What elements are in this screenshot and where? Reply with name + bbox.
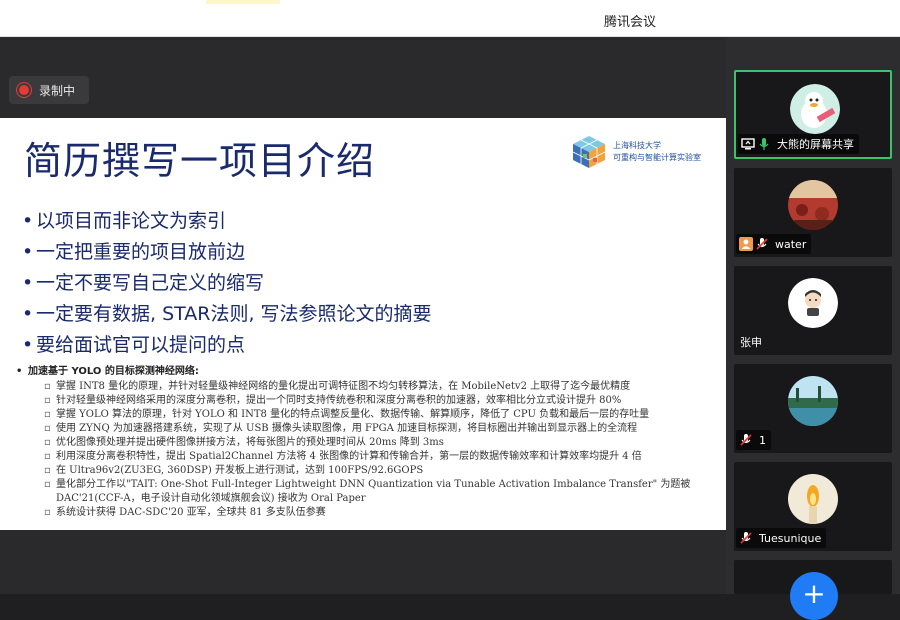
avatar xyxy=(788,180,838,230)
avatar-badge-icon xyxy=(739,237,753,251)
project-detail-list: ▫ 掌握 INT8 量化的原理，并针对轻量级神经网络的量化提出可调特征图不均匀转移… xyxy=(44,380,690,520)
slide-bullet: • 以项目而非论文为索引 xyxy=(22,210,227,232)
rubiks-cube-icon xyxy=(572,136,606,168)
avatar xyxy=(788,376,838,426)
duck-avatar-icon xyxy=(790,84,840,134)
project-detail: ▫ 优化图像预处理并提出硬件图像拼接方法，将每张图片的预处理时间从 20ms 降到… xyxy=(44,437,444,448)
participant-nameplate: water xyxy=(736,234,812,254)
candle-avatar-icon xyxy=(788,474,838,524)
app-title: 腾讯会议 xyxy=(604,15,657,30)
slide-bullet-list: • 以项目而非论文为索引 • 一定把重要的项目放前边 • 一定不要写自己定义的缩写 •… xyxy=(22,206,432,361)
participant-name: water xyxy=(775,237,807,251)
participant-nameplate: 1 xyxy=(736,430,771,450)
lab-logo: 上海科技大学 可重构与智能计算实验室 xyxy=(571,134,701,170)
slide-bullet: • 要给面试官可以提问的点 xyxy=(22,334,246,356)
project-detail: ▫ 系统设计获得 DAC-SDC'20 亚军，全球共 81 多支队伍参赛 xyxy=(44,507,326,518)
logo-line-1: 上海科技大学 xyxy=(613,141,661,150)
slide-bullet: • 一定要有数据, STAR法则, 写法参照论文的摘要 xyxy=(22,303,432,325)
mic-muted-icon xyxy=(740,434,752,446)
participant-name: 1 xyxy=(759,433,766,447)
cartoon-avatar-icon xyxy=(788,278,838,328)
project-detail: ▫ 针对轻量级神经网络采用的深度分离卷积，提出一个同时支持传统卷积和深度分离卷积的… xyxy=(44,395,622,406)
mic-on-icon xyxy=(759,138,769,150)
recording-indicator[interactable]: 录制中 xyxy=(9,76,89,104)
recording-dot-icon xyxy=(19,85,29,95)
presentation-slide: 简历撰写一项目介绍 上海科技大学 可重构与智能计算实验室 • 以项目而非论文为索引… xyxy=(0,118,726,530)
avatar xyxy=(790,84,840,134)
add-participant-button[interactable]: + xyxy=(790,572,838,620)
participant-tile-screen-share[interactable]: 大熊的屏幕共享 xyxy=(734,70,892,159)
logo-line-2: 可重构与智能计算实验室 xyxy=(613,153,701,162)
project-detail: ▫ 量化部分工作以"TAIT: One-Shot Full-Integer Lig… xyxy=(44,479,691,490)
landscape-avatar-icon xyxy=(788,376,838,426)
project-detail-continuation: DAC'21(CCF-A，电子设计自动化领域旗舰会议) 接收为 Oral Pap… xyxy=(56,493,366,504)
participant-tile-zhangshen[interactable]: 张申 xyxy=(734,266,892,355)
title-bar: 腾讯会议 xyxy=(0,0,900,37)
participant-tile-tuesunique[interactable]: Tuesunique xyxy=(734,462,892,551)
screen-share-icon xyxy=(741,138,755,150)
project-detail: ▫ 掌握 YOLO 算法的原理，针对 YOLO 和 INT8 量化的特点调整反量化… xyxy=(44,409,650,420)
project-subheading: • 加速基于 YOLO 的目标探测神经网络: xyxy=(16,366,199,377)
participant-tile-1[interactable]: 1 xyxy=(734,364,892,453)
project-detail: ▫ 掌握 INT8 量化的原理，并针对轻量级神经网络的量化提出可调特征图不均匀转移… xyxy=(44,381,631,392)
mic-muted-icon xyxy=(740,532,752,544)
avatar xyxy=(788,474,838,524)
recording-label: 录制中 xyxy=(39,83,76,98)
participant-nameplate: Tuesunique xyxy=(736,528,827,548)
participant-name: 大熊的屏幕共享 xyxy=(777,138,854,151)
slide-bullet: • 一定把重要的项目放前边 xyxy=(22,241,246,263)
participant-nameplate: 大熊的屏幕共享 xyxy=(738,134,859,154)
project-detail: ▫ 利用深度分离卷积特性，提出 Spatial2Channel 方法将 4 张图像… xyxy=(44,451,642,462)
title-bar-highlight xyxy=(206,0,280,4)
project-detail: ▫ 使用 ZYNQ 为加速器搭建系统，实现了从 USB 摄像头读取图像，用 FPG… xyxy=(44,423,638,434)
project-detail: ▫ 在 Ultra96v2(ZU3EG, 360DSP) 开发板上进行测试，达到 … xyxy=(44,465,424,476)
participant-name: 张申 xyxy=(740,336,762,349)
mic-muted-icon xyxy=(756,238,768,250)
participant-name: Tuesunique xyxy=(759,531,822,545)
slide-title: 简历撰写一项目介绍 xyxy=(24,139,376,183)
photo-avatar-icon xyxy=(788,180,838,230)
avatar xyxy=(788,278,838,328)
slide-bullet: • 一定不要写自己定义的缩写 xyxy=(22,272,265,294)
participant-tile-water[interactable]: water xyxy=(734,168,892,257)
